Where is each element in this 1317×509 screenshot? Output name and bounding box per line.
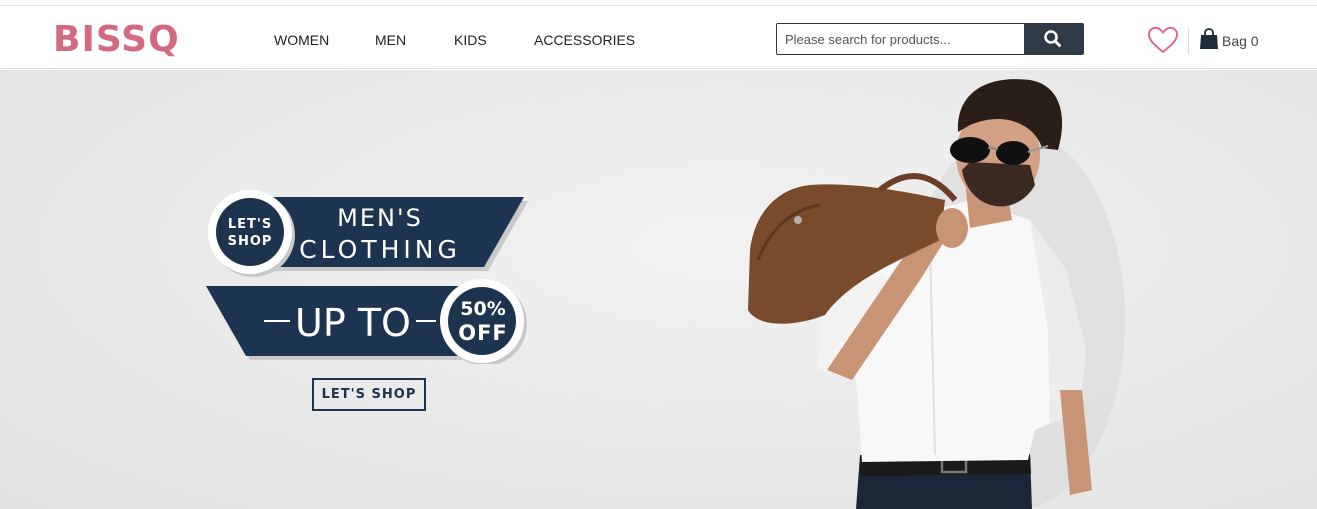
bag-label: Bag 0 [1222,33,1259,49]
hero-title-line2: CLOTHING [299,235,461,264]
brand-logo[interactable]: BISSQ [53,20,180,60]
hero-title-line1: MEN'S [337,204,423,232]
search-bar [776,23,1084,55]
badge-line2: SHOP [228,234,273,249]
search-icon [1044,30,1061,47]
promo-graphic: LET'S SHOP MEN'S CLOTHING UP TO 50% OFF [206,190,528,364]
heart-icon[interactable] [1147,26,1179,54]
offer-badge-line2: OFF [458,321,508,345]
lets-shop-button[interactable]: LET'S SHOP [312,378,426,411]
hero-banner: LET'S SHOP MEN'S CLOTHING UP TO 50% OFF … [0,70,1317,509]
badge-circle [216,198,284,266]
offer-badge-line1: 50% [460,298,505,320]
model-image [748,79,1125,509]
nav-item-women[interactable]: WOMEN [274,32,329,48]
header-divider [1188,28,1189,54]
nav-item-men[interactable]: MEN [375,32,406,48]
nav-item-kids[interactable]: KIDS [454,32,487,48]
site-header: BISSQ WOMEN MEN KIDS ACCESSORIES Bag 0 [0,6,1317,69]
search-button[interactable] [1024,24,1083,54]
nav-item-accessories[interactable]: ACCESSORIES [534,32,635,48]
shopping-bag-icon [1200,28,1218,49]
search-input[interactable] [777,24,1025,54]
badge-line1: LET'S [228,217,272,232]
offer-text: UP TO [295,301,411,345]
